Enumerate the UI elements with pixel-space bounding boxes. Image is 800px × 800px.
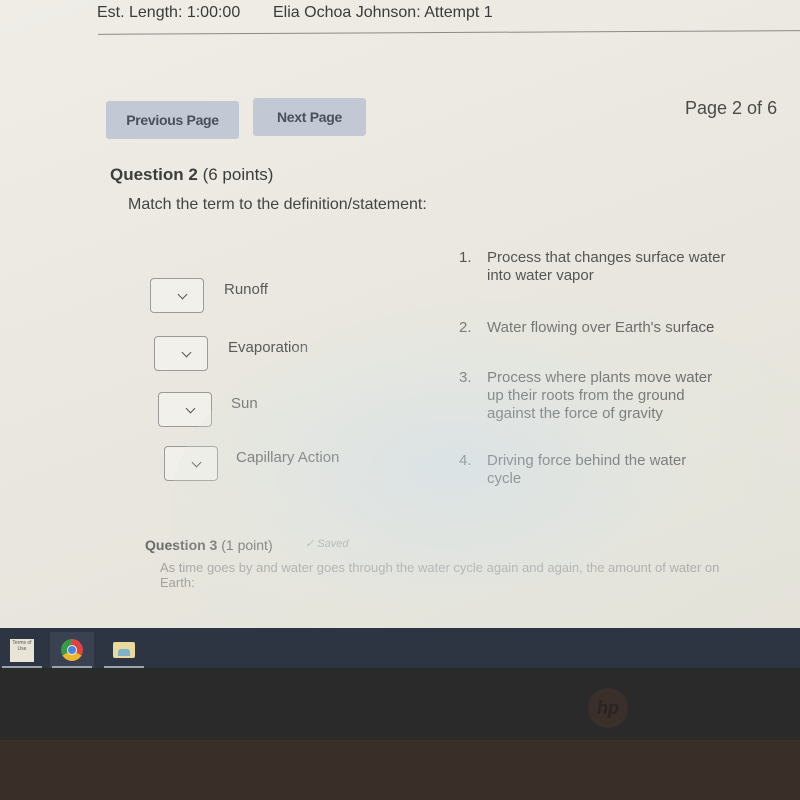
next-page-button[interactable]: Next Page (253, 98, 366, 136)
header-divider (98, 30, 800, 35)
term-capillary-action: Capillary Action (236, 449, 340, 466)
match-select-runoff[interactable] (150, 278, 204, 313)
definition-text: Process where plants move water up their… (487, 369, 713, 422)
page-indicator: Page 2 of 6 (685, 98, 778, 118)
question-3-label: Question 3 (145, 537, 218, 553)
definition-3: 3. Process where plants move water up th… (459, 369, 759, 429)
taskbar-terms-of-use[interactable]: Terms of Use (0, 632, 44, 668)
question-2-points: (6 points) (202, 165, 274, 184)
monitor-bezel (0, 668, 800, 740)
definition-text: Process that changes surface water into … (487, 249, 726, 284)
desk-surface (0, 740, 800, 800)
definition-number: 3. (459, 369, 472, 386)
question-3-text: As time goes by and water goes through t… (160, 560, 720, 590)
saved-label: Saved (317, 538, 349, 550)
match-select-capillary-action[interactable] (164, 446, 218, 481)
definition-text: Driving force behind the water cycle (487, 452, 687, 487)
previous-page-button[interactable]: Previous Page (106, 101, 239, 139)
chevron-down-icon (185, 403, 195, 413)
match-select-sun[interactable] (158, 392, 212, 427)
taskbar: Terms of Use (0, 628, 800, 668)
term-runoff: Runoff (224, 281, 268, 298)
definition-text: Water flowing over Earth's surface (487, 319, 715, 336)
chevron-down-icon (191, 457, 201, 467)
folder-icon (113, 642, 135, 658)
definition-1: 1. Process that changes surface water in… (459, 249, 759, 289)
taskbar-chrome[interactable] (50, 632, 94, 668)
definition-4: 4. Driving force behind the water cycle (459, 452, 759, 492)
attempt-label: Elia Ochoa Johnson: Attempt 1 (273, 4, 493, 21)
definition-number: 2. (459, 319, 472, 336)
hp-logo-icon: hp (588, 688, 628, 728)
chrome-icon (61, 639, 83, 661)
definition-number: 4. (459, 452, 472, 469)
question-2-title: Question 2 (6 points) (110, 165, 273, 185)
definition-2: 2. Water flowing over Earth's surface (459, 319, 759, 339)
chevron-down-icon (181, 347, 191, 357)
term-evaporation: Evaporation (228, 339, 309, 356)
screen: Est. Length: 1:00:00 Elia Ochoa Johnson:… (0, 0, 800, 628)
question-2-prompt: Match the term to the definition/stateme… (128, 196, 427, 213)
saved-status: ✓ Saved (305, 537, 348, 550)
check-icon: ✓ (305, 538, 315, 550)
definition-number: 1. (459, 249, 472, 266)
question-3-title: Question 3 (1 point) (145, 537, 273, 553)
question-3-points: (1 point) (221, 537, 273, 553)
est-length: Est. Length: 1:00:00 (97, 4, 241, 21)
chevron-down-icon (177, 289, 187, 299)
terms-of-use-icon: Terms of Use (10, 638, 34, 662)
question-2-label: Question 2 (110, 165, 198, 184)
match-select-evaporation[interactable] (154, 336, 208, 371)
term-sun: Sun (231, 395, 258, 412)
taskbar-file-explorer[interactable] (102, 632, 146, 668)
